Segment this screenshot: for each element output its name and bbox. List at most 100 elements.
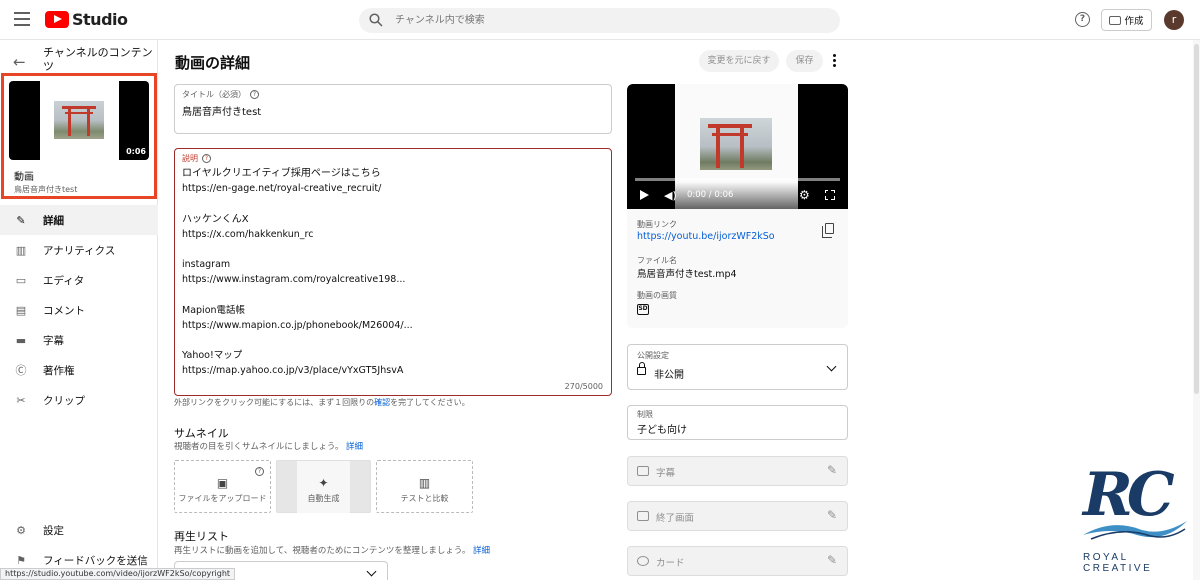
thumbnail-section-subtitle: 視聴者の目を引くサムネイルにしましょう。 詳細 [174, 442, 364, 452]
settings-gear-icon[interactable]: ⚙ [799, 188, 810, 202]
playlist-detail-link[interactable]: 詳細 [473, 546, 490, 556]
editor-icon: ▭ [15, 273, 27, 287]
more-options-icon[interactable] [833, 54, 837, 68]
sidebar-item-copyright[interactable]: Ⓒ 著作権 [0, 355, 158, 385]
play-icon[interactable] [640, 190, 649, 200]
subtitles-icon: ▬ [15, 333, 27, 347]
video-card[interactable]: 0:06 動画 鳥居音声付きtest [1, 73, 157, 199]
cards-field[interactable]: カード ✎ [627, 546, 848, 576]
video-thumbnail[interactable]: 0:06 [9, 81, 149, 160]
sd-quality-icon: SD [637, 304, 649, 315]
youtube-play-icon [45, 11, 69, 28]
analytics-icon: ▥ [15, 243, 27, 257]
royal-creative-logo: RC ROYAL CREATIVE [1075, 460, 1195, 574]
pencil-icon[interactable]: ✎ [827, 508, 837, 522]
sidebar-item-editor[interactable]: ▭ エディタ [0, 265, 158, 295]
status-url: https://studio.youtube.com/video/ijorzWF… [0, 568, 236, 580]
endscreen-field[interactable]: 終了画面 ✎ [627, 501, 848, 531]
description-field[interactable]: 説明? ロイヤルクリエイティブ採用ページはこちら https://en-gage… [174, 148, 612, 396]
search-bar[interactable] [359, 8, 840, 33]
subtitles-field[interactable]: 字幕 ✎ [627, 456, 848, 486]
progress-bar[interactable] [635, 178, 840, 181]
back-arrow-icon[interactable]: ← [13, 53, 26, 71]
title-label: タイトル（必須）? [182, 89, 259, 100]
auto-generate-thumbnail[interactable]: ✦ 自動生成 [276, 460, 371, 513]
pencil-icon[interactable]: ✎ [827, 463, 837, 477]
help-icon[interactable]: ? [1075, 12, 1090, 27]
subtitles-label: 字幕 [656, 468, 676, 479]
create-button[interactable]: 作成 [1101, 9, 1152, 31]
thumbnail-detail-link[interactable]: 詳細 [346, 442, 363, 452]
save-button[interactable]: 保存 [786, 50, 823, 72]
wave-icon [1083, 521, 1187, 540]
copy-icon[interactable] [822, 223, 834, 238]
page-title: 動画の詳細 [175, 54, 251, 72]
sidebar-item-label: 詳細 [43, 214, 64, 227]
restriction-value: 子ども向け [637, 425, 687, 436]
chevron-down-icon [366, 566, 377, 577]
video-link-label: 動画リンク [637, 220, 677, 229]
search-input[interactable] [395, 12, 815, 29]
sparkle-icon: ✦ [318, 476, 329, 490]
sidebar-item-subtitles[interactable]: ▬ 字幕 [0, 325, 158, 355]
sidebar-item-label: コメント [43, 304, 85, 317]
sidebar-item-label: アナリティクス [43, 244, 116, 257]
logo-text: Studio [72, 10, 128, 29]
chevron-down-icon [826, 361, 837, 372]
help-icon[interactable]: ? [255, 467, 264, 476]
endscreen-icon [637, 511, 649, 521]
description-text[interactable]: ロイヤルクリエイティブ採用ページはこちら https://en-gage.net… [182, 166, 607, 379]
visibility-value: 非公開 [654, 370, 684, 381]
channel-content-title[interactable]: チャンネルのコンテンツ [43, 46, 153, 74]
fullscreen-icon[interactable] [824, 189, 836, 201]
sidebar-item-comments[interactable]: ▤ コメント [0, 295, 158, 325]
video-link[interactable]: https://youtu.be/ijorzWF2kSo [637, 231, 775, 242]
visibility-select[interactable]: 公開設定 非公開 [627, 344, 848, 390]
scissors-icon: ✂ [16, 393, 26, 407]
pencil-icon[interactable]: ✎ [827, 553, 837, 567]
auto-label: 自動生成 [307, 494, 340, 503]
test-compare-button[interactable]: ▥ テストと比較 [376, 460, 473, 513]
torii-image [54, 101, 104, 139]
undo-button[interactable]: 変更を元に戻す [699, 50, 779, 72]
thumbnail-section-title: サムネイル [174, 427, 229, 440]
sidebar-item-label: フィードバックを送信 [43, 554, 148, 567]
video-duration: 0:06 [126, 147, 146, 156]
sidebar-item-label: クリップ [43, 394, 85, 407]
title-field[interactable]: タイトル（必須）? 鳥居音声付きtest [174, 84, 612, 134]
video-player[interactable]: ◀) 0:00 / 0:06 ⚙ [627, 84, 848, 209]
quality-label: 動画の画質 [637, 291, 677, 300]
pencil-icon: ✎ [16, 213, 26, 227]
sidebar-item-clips[interactable]: ✂ クリップ [0, 385, 158, 415]
brand-name: ROYAL CREATIVE [1083, 552, 1153, 574]
sidebar-item-settings[interactable]: ⚙ 設定 [0, 515, 158, 545]
video-info-panel: 動画リンク https://youtu.be/ijorzWF2kSo ファイル名… [627, 209, 848, 328]
cards-label: カード [656, 558, 685, 569]
confirm-link[interactable]: 確認 [374, 398, 390, 407]
sidebar-item-analytics[interactable]: ▥ アナリティクス [0, 235, 158, 265]
title-value[interactable]: 鳥居音声付きtest [182, 103, 261, 118]
compare-label: テストと比較 [400, 494, 449, 503]
player-time: 0:00 / 0:06 [687, 190, 734, 200]
chart-icon: ▥ [418, 476, 431, 490]
video-card-title: 鳥居音声付きtest [14, 185, 78, 194]
filename-value: 鳥居音声付きtest.mp4 [637, 269, 737, 280]
scrollbar-thumb[interactable] [1194, 44, 1199, 394]
sidebar-item-details[interactable]: ✎ 詳細 [0, 205, 158, 235]
create-label: 作成 [1124, 16, 1144, 27]
external-link-note: 外部リンクをクリック可能にするには、まず１回限りの確認を完了してください。 [174, 398, 470, 407]
help-icon: ? [250, 90, 259, 99]
help-icon: ? [202, 154, 211, 163]
volume-icon[interactable]: ◀) [664, 189, 677, 202]
sidebar-item-label: 設定 [43, 524, 64, 537]
video-card-label: 動画 [14, 172, 34, 183]
sidebar-bottom: ⚙ 設定 ⚑ フィードバックを送信 [0, 515, 158, 575]
restriction-field[interactable]: 制限 子ども向け [627, 405, 848, 440]
description-label: 説明? [182, 153, 211, 164]
menu-icon[interactable] [14, 12, 30, 26]
filename-label: ファイル名 [637, 256, 677, 265]
sidebar-item-label: エディタ [43, 274, 85, 287]
studio-logo[interactable]: Studio [45, 10, 128, 29]
avatar[interactable]: r [1164, 10, 1184, 30]
upload-thumbnail-button[interactable]: ▣ ? ファイルをアップロード [174, 460, 271, 513]
